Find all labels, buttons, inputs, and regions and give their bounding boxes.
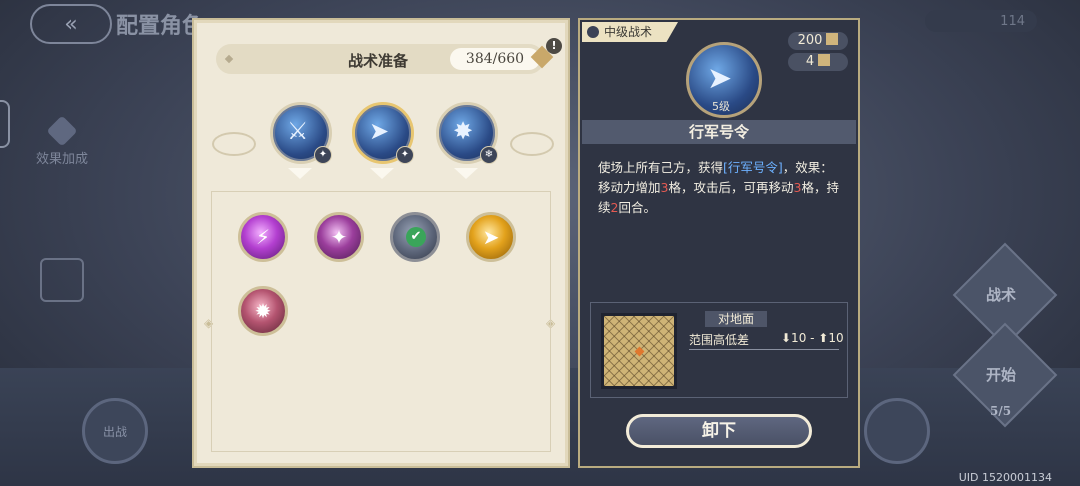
divider	[689, 349, 839, 350]
skill-item[interactable]: ➤	[466, 212, 516, 262]
hourglass-icon	[818, 54, 831, 66]
uid-label: UID 1520001134	[958, 471, 1052, 484]
left-drawer-tab[interactable]	[0, 100, 10, 148]
tactic-prep-title: 战术准备	[348, 52, 409, 70]
effect-bonus-button[interactable]: 效果加成	[32, 115, 92, 167]
equipped-skill-1[interactable]: ⚔ ✦	[270, 102, 332, 164]
tactic-prep-panel: 战术准备 384/660 ! ⚔ ✦ ➤ ✦ ✸ ❄ ◈ ◈ ⚡ ✦ ✔ ➤ ✹	[192, 18, 570, 468]
running-figure-icon: ➤	[707, 61, 733, 96]
deploy-button[interactable]: 出战	[82, 398, 148, 464]
skill-item[interactable]: ⚡	[238, 212, 288, 262]
burst-icon: ✹	[254, 299, 272, 323]
equipped-skill-3[interactable]: ✸ ❄	[436, 102, 498, 164]
skill-item[interactable]: ✹	[238, 286, 288, 336]
tier-tag-label: 中级战术	[604, 25, 653, 39]
wing-ornament-right	[510, 132, 554, 156]
status-link[interactable]: [行军号令]	[723, 160, 783, 175]
back-button[interactable]: «	[30, 4, 112, 44]
vortex-icon: ✦	[330, 225, 348, 249]
skill-badge-icon: ✦	[314, 146, 332, 164]
party-slot-icon[interactable]	[40, 258, 84, 302]
count-badge: 4	[788, 53, 848, 71]
diamond-deco-icon	[224, 54, 234, 64]
background-top-pill[interactable]: 114	[925, 10, 1037, 32]
leaf-icon	[46, 115, 78, 147]
range-grid-preview	[601, 313, 677, 389]
chevron-down-icon	[288, 168, 312, 179]
tactic-prep-header: 战术准备 384/660 !	[216, 38, 562, 74]
skill-grid: ⚡ ✦ ✔ ➤ ✹	[211, 191, 551, 452]
lightning-icon: ⚡	[255, 225, 271, 249]
checkmark-icon: ✔	[406, 227, 426, 247]
skill-detail-panel: 中级战术 ➤ 5级 200 4 行军号令 使场上所有己方，获得[行军号令]，效果…	[578, 18, 860, 468]
skill-badge-icon: ❄	[480, 146, 498, 164]
height-diff-label: 范围高低差	[689, 333, 750, 347]
tactic-label: 战术	[986, 286, 1017, 304]
skill-item-equipped[interactable]: ✔	[390, 212, 440, 262]
skill-description: 使场上所有己方，获得[行军号令]，效果：移动力增加3格，攻击后，可再移动3格，持…	[598, 160, 839, 215]
count-value: 4	[805, 54, 815, 69]
light-burst-icon: ✸	[453, 117, 474, 145]
info-alert-icon[interactable]: !	[546, 38, 562, 54]
back-arrow-icon: «	[64, 11, 78, 37]
start-label: 开始	[986, 366, 1017, 384]
skill-name: 行军号令	[582, 120, 856, 144]
chevron-down-icon	[454, 168, 478, 179]
height-diff-value: ⬇10 - ⬆10	[781, 331, 844, 345]
skill-badge-icon: ✦	[396, 146, 414, 164]
equipped-skill-2[interactable]: ➤ ✦	[352, 102, 414, 164]
unequip-button[interactable]: 卸下	[626, 414, 812, 448]
background-title: 配置角色	[116, 13, 205, 39]
tier-tag: 中级战术	[582, 22, 679, 42]
tactic-point-icon	[826, 33, 839, 45]
cost-value: 200	[797, 33, 823, 48]
running-figure-icon: ➤	[369, 117, 390, 145]
chevron-down-icon	[370, 168, 394, 179]
character-slot[interactable]	[864, 398, 930, 464]
tactic-points: 384/660	[450, 48, 540, 70]
range-info-box: 对地面 范围高低差 ⬇10 - ⬆10	[590, 302, 848, 398]
gold-arrow-icon: ➤	[482, 225, 500, 249]
range-center-marker	[634, 346, 645, 357]
snowflake-icon	[587, 26, 599, 38]
skill-level: 5级	[712, 100, 730, 113]
team-figures-icon: ⚔	[287, 117, 309, 145]
cost-badge: 200	[788, 32, 848, 50]
wing-ornament-left	[212, 132, 256, 156]
effect-bonus-label: 效果加成	[35, 152, 88, 167]
target-type: 对地面	[705, 311, 767, 327]
skill-item[interactable]: ✦	[314, 212, 364, 262]
deploy-count: 5/5	[990, 404, 1012, 418]
